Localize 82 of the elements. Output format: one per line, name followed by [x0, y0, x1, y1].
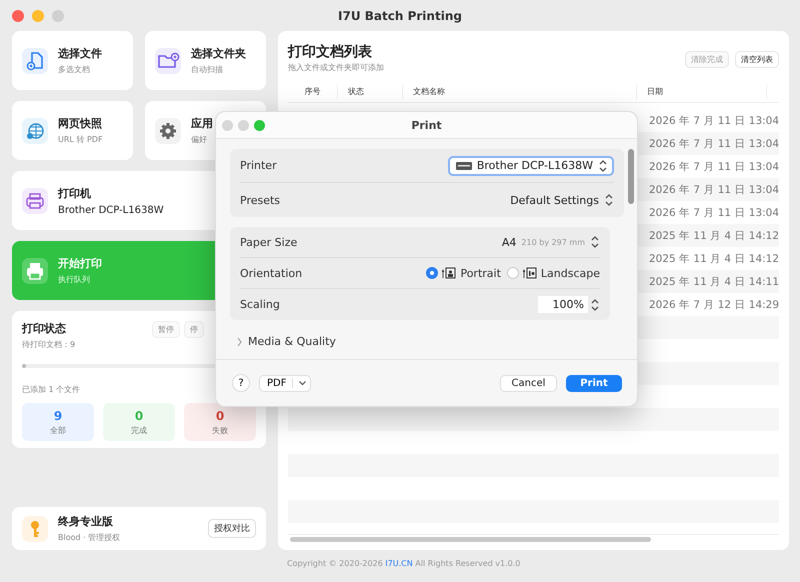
list-subtitle: 拖入文件或文件夹即可添加 [288, 62, 384, 73]
card-title: 网页快照 [58, 116, 102, 131]
table-cell: 2025 年 11 月 4 日 14:12 [649, 252, 780, 266]
minimize-button[interactable] [238, 120, 249, 131]
table-cell: 2025 年 11 月 4 日 14:12 [649, 228, 780, 242]
close-button[interactable] [222, 120, 233, 131]
stepper-icon [590, 296, 600, 312]
scaling-field[interactable]: 100% [538, 296, 588, 313]
chevron-down-icon [299, 380, 306, 386]
card-subtitle: 偏好 [191, 134, 207, 145]
action-card[interactable]: 选择文件夹 自动扫描 [145, 31, 266, 90]
compare-button[interactable]: 授权对比 [208, 519, 256, 538]
close-button[interactable] [12, 10, 24, 22]
stepper-icon [604, 193, 614, 207]
zoom-button[interactable] [254, 120, 265, 131]
printer-icon [22, 188, 48, 214]
column-header[interactable]: 日期 [637, 84, 767, 98]
column-header[interactable]: 序号 [288, 84, 338, 98]
help-button[interactable]: ? [232, 374, 250, 392]
table-cell: 2026 年 7 月 11 日 13:04 [649, 136, 780, 150]
card-subtitle: 多选文档 [58, 64, 90, 75]
scrollbar-thumb[interactable] [628, 149, 634, 204]
card-subtitle: URL 转 PDF [58, 134, 103, 145]
cancel-button[interactable]: Cancel [500, 374, 557, 392]
table-cell: 2026 年 7 月 11 日 13:04 [649, 182, 780, 196]
action-card[interactable]: 网页快照 URL 转 PDF [12, 101, 133, 160]
stat-label: 全部 [50, 424, 66, 436]
stat-label: 失败 [212, 424, 228, 436]
table-cell: 2025 年 11 月 4 日 14:11 [649, 274, 780, 288]
orientation-option[interactable]: Landscape [506, 266, 600, 280]
license-title: 终身专业版 [58, 514, 113, 529]
card-title: 打印机 [58, 186, 91, 200]
license-subtitle: Blood · 管理授权 [58, 532, 120, 543]
stat-value: 9 [54, 408, 62, 422]
file-add-icon [22, 48, 48, 74]
copyright-text: Copyright © 2020-2026 I7U.CN All Rights Reserved v1.0.0 [286, 558, 522, 568]
chevron-right-icon [237, 338, 243, 346]
dialog-title: Print [411, 118, 442, 132]
stat-value: 0 [134, 408, 144, 422]
card-title: 开始打印 [58, 256, 102, 271]
stepper-icon [590, 235, 600, 249]
globe-icon [22, 118, 48, 144]
pdf-menu-button[interactable]: PDF [259, 374, 312, 392]
list-title: 打印文档列表 [288, 43, 372, 61]
field-label: Printer [240, 159, 277, 172]
action-card[interactable]: 选择文件 多选文档 [12, 31, 133, 90]
card-title: 选择文件 [58, 46, 102, 61]
landscape-icon [522, 267, 537, 279]
card-title: 选择文件夹 [191, 46, 246, 61]
added-count: 已添加 1 个文件 [22, 384, 82, 395]
paper-size-popup[interactable]: A4 210 by 297 mm [502, 235, 600, 249]
status-button[interactable]: 暂停 [152, 321, 180, 338]
list-button[interactable]: 清空列表 [735, 51, 780, 68]
orientation-option[interactable]: Portrait [426, 266, 501, 280]
printer-name: Brother DCP-L1638W [58, 204, 164, 216]
printer-icon [456, 160, 472, 170]
card-title: 应用 [191, 116, 213, 131]
zoom-button[interactable] [52, 10, 64, 22]
print-button[interactable]: Print [566, 374, 622, 392]
window-title: I7U Batch Printing [338, 8, 462, 22]
printer-popup[interactable]: Brother DCP-L1638W [448, 156, 614, 176]
stat-value: 0 [216, 408, 224, 422]
column-header[interactable]: 文档名称 [403, 84, 637, 98]
stepper-icon [598, 158, 608, 172]
stat-label: 完成 [131, 424, 147, 436]
gear-icon [155, 118, 181, 144]
card-subtitle: 执行队列 [58, 274, 90, 285]
field-label: Scaling [240, 298, 280, 311]
pending-count: 待打印文档：9 [22, 339, 76, 350]
table-row[interactable] [288, 408, 780, 431]
status-button[interactable]: 停 [184, 321, 204, 338]
folder-add-icon [155, 48, 181, 74]
printer-icon [22, 258, 48, 284]
card-subtitle: 自动扫描 [191, 64, 223, 75]
media-quality-disclosure[interactable]: Media & Quality [237, 335, 336, 348]
minimize-button[interactable] [32, 10, 44, 22]
presets-popup[interactable]: Default Settings [510, 193, 614, 207]
portrait-icon [442, 267, 456, 279]
status-title: 打印状态 [22, 321, 66, 336]
key-icon [22, 516, 48, 542]
scrollbar-thumb[interactable] [290, 537, 651, 542]
column-header[interactable]: 状态 [338, 84, 403, 98]
